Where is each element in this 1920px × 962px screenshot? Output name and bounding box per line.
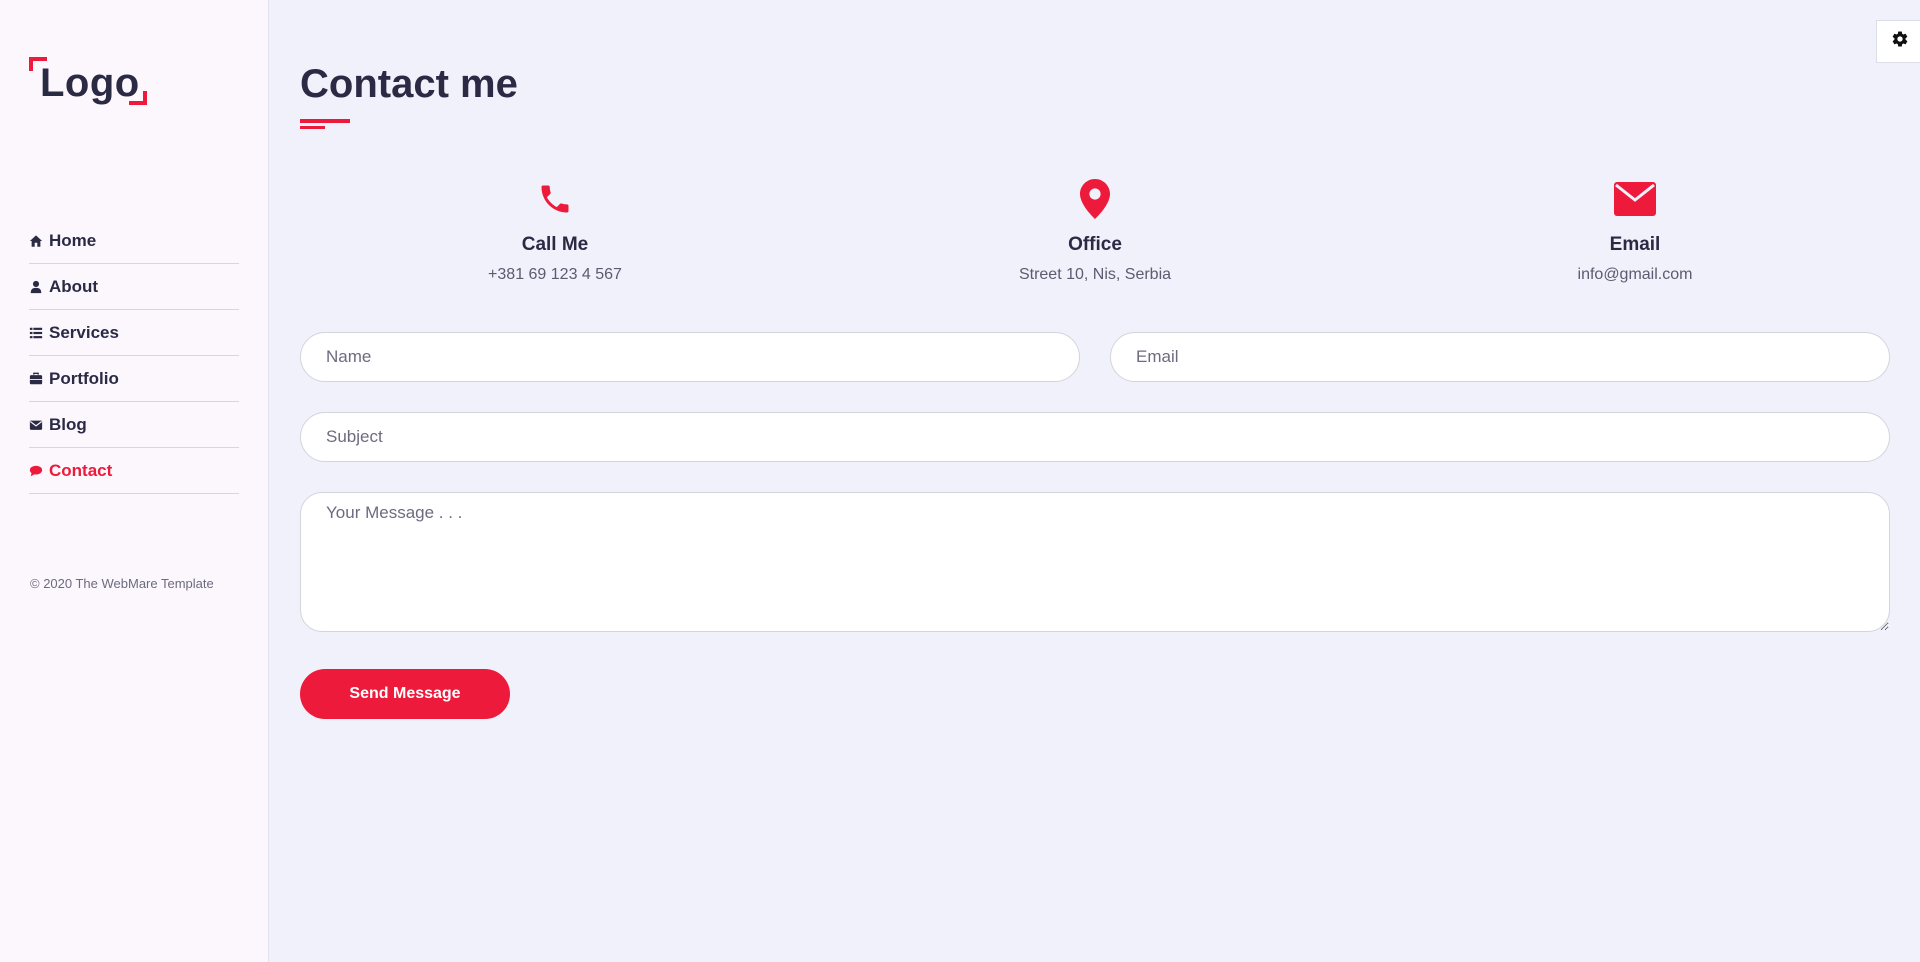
info-office-title: Office [1068, 234, 1122, 255]
settings-toggle[interactable] [1876, 20, 1920, 63]
title-underline [300, 119, 350, 123]
logo-corner-bottom-right [129, 91, 147, 105]
logo-text: Logo [40, 61, 140, 105]
subject-field[interactable] [300, 412, 1890, 462]
info-office-value: Street 10, Nis, Serbia [1018, 266, 1172, 283]
nav-item-home[interactable]: Home [29, 218, 239, 264]
nav-label-home: Home [49, 230, 97, 250]
sidebar: Logo Home About Services Portfolio Blog … [0, 0, 269, 962]
nav-label-services: Services [49, 322, 119, 342]
user-icon [29, 280, 43, 294]
nav-label-about: About [49, 276, 99, 296]
home-icon [29, 234, 43, 248]
info-email: Email info@gmail.com [1455, 178, 1815, 284]
nav-item-portfolio[interactable]: Portfolio [29, 356, 239, 402]
sidebar-nav: Home About Services Portfolio Blog Conta… [29, 218, 239, 494]
nav-item-about[interactable]: About [29, 264, 239, 310]
info-call-title: Call Me [521, 234, 589, 255]
list-icon [29, 326, 43, 340]
info-call: Call Me +381 69 123 4 567 [375, 178, 735, 284]
briefcase-icon [29, 372, 43, 386]
nav-item-services[interactable]: Services [29, 310, 239, 356]
envelope-icon [29, 418, 43, 432]
envelope-icon [1455, 178, 1815, 220]
logo[interactable]: Logo [29, 57, 149, 109]
copyright: © 2020 The WebMare Template [30, 576, 214, 591]
info-call-value: +381 69 123 4 567 [488, 266, 622, 283]
nav-item-blog[interactable]: Blog [29, 402, 239, 448]
name-field[interactable] [300, 332, 1080, 382]
gear-icon [1891, 30, 1909, 53]
nav-label-contact: Contact [49, 460, 113, 480]
info-email-value: info@gmail.com [1577, 266, 1693, 283]
nav-label-portfolio: Portfolio [49, 368, 119, 388]
nav-item-contact[interactable]: Contact [29, 448, 239, 494]
comments-icon [29, 464, 43, 478]
info-office: Office Street 10, Nis, Serbia [915, 178, 1275, 284]
nav-label-blog: Blog [49, 414, 87, 434]
page-title: Contact me [300, 62, 518, 106]
phone-icon [375, 178, 735, 220]
map-marker-icon [915, 178, 1275, 220]
send-message-button[interactable]: Send Message [300, 669, 510, 719]
title-underline-short [300, 126, 325, 129]
message-textarea[interactable] [300, 492, 1890, 632]
email-field[interactable] [1110, 332, 1890, 382]
info-email-title: Email [1609, 234, 1661, 255]
